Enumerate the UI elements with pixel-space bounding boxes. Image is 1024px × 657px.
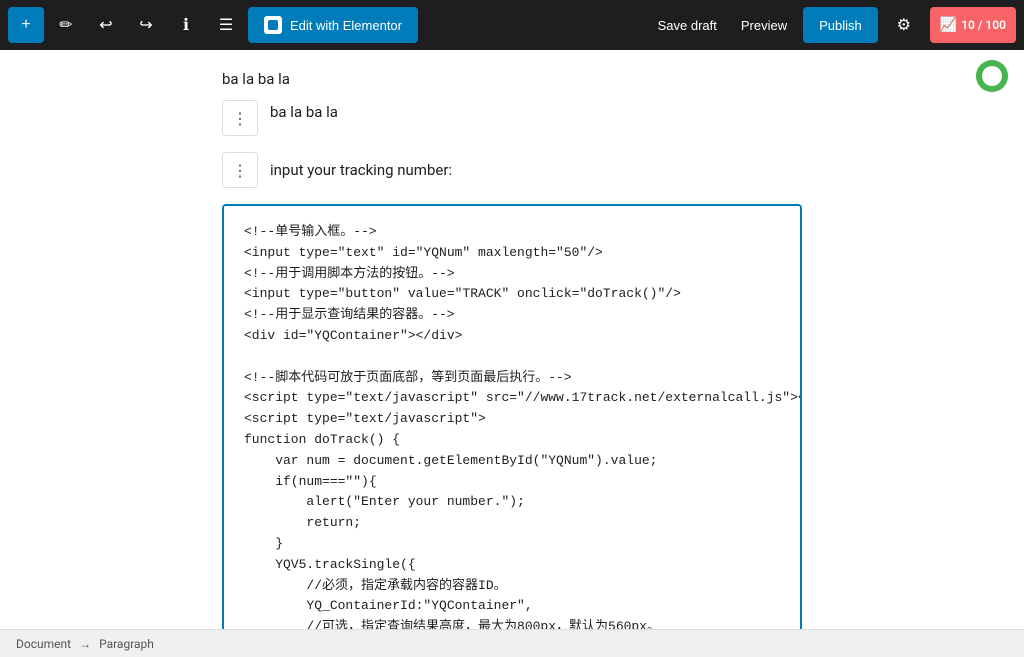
editor-area: ba la ba la ⋮ ba la ba la ⋮ input your t… (0, 50, 1024, 629)
pen-button[interactable]: ✏ (48, 7, 84, 43)
publish-button[interactable]: Publish (803, 7, 878, 43)
preview-button[interactable]: Preview (733, 18, 795, 33)
status-bar: Document → Paragraph (0, 629, 1024, 657)
paragraph-line1: ba la ba la (222, 70, 802, 88)
toolbar: + ✏ ↩ ↪ ℹ ☰ Edit with Elementor Save dra… (0, 0, 1024, 50)
elementor-icon (264, 16, 282, 34)
score-value: 10 / 100 (961, 18, 1006, 32)
undo-button[interactable]: ↩ (88, 7, 124, 43)
plus-icon: + (21, 16, 30, 34)
save-draft-button[interactable]: Save draft (650, 18, 725, 33)
toolbar-right: Save draft Preview Publish ⚙ 📈 10 / 100 (650, 7, 1016, 43)
status-paragraph[interactable]: Paragraph (99, 637, 154, 651)
dots-icon: ⋮ (232, 109, 248, 128)
info-button[interactable]: ℹ (168, 7, 204, 43)
settings-button[interactable]: ⚙ (886, 7, 922, 43)
edit-with-elementor-button[interactable]: Edit with Elementor (248, 7, 418, 43)
paragraph-line2: ba la ba la (270, 103, 338, 121)
code-block-container: <!--单号输入框。--> <input type="text" id="YQN… (222, 204, 802, 629)
toolbar-left: + ✏ ↩ ↪ ℹ ☰ Edit with Elementor (8, 7, 418, 43)
content-area: ba la ba la ⋮ ba la ba la ⋮ input your t… (62, 50, 962, 629)
gear-icon: ⚙ (897, 15, 911, 35)
avatar (976, 60, 1008, 92)
seo-score-badge[interactable]: 📈 10 / 100 (930, 7, 1016, 43)
list-button[interactable]: ☰ (208, 7, 244, 43)
list-icon: ☰ (219, 15, 233, 35)
add-block-button[interactable]: + (8, 7, 44, 43)
redo-icon: ↪ (139, 15, 152, 35)
tracking-block-row: ⋮ input your tracking number: (222, 152, 802, 188)
tracking-dots-icon: ⋮ (232, 161, 248, 180)
elementor-button-label: Edit with Elementor (290, 18, 402, 33)
block-row: ⋮ ba la ba la (222, 100, 802, 136)
redo-button[interactable]: ↪ (128, 7, 164, 43)
pen-icon: ✏ (59, 15, 72, 35)
tracking-block-options-button[interactable]: ⋮ (222, 152, 258, 188)
status-document[interactable]: Document (16, 637, 71, 651)
block-options-button[interactable]: ⋮ (222, 100, 258, 136)
score-icon: 📈 (940, 17, 957, 33)
status-arrow: → (79, 637, 91, 651)
info-icon: ℹ (183, 15, 189, 35)
undo-icon: ↩ (99, 15, 112, 35)
code-block[interactable]: <!--单号输入框。--> <input type="text" id="YQN… (224, 206, 800, 629)
tracking-label: input your tracking number: (270, 161, 452, 179)
